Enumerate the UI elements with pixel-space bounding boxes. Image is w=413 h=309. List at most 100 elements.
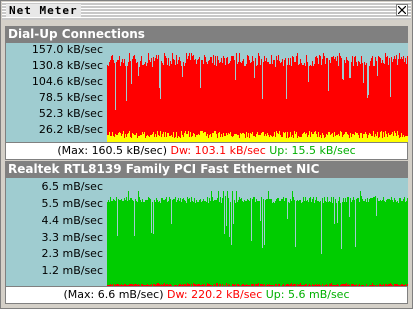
graph-bar	[368, 95, 369, 142]
graph-bar	[115, 201, 116, 286]
graph-bar-secondary	[125, 134, 126, 142]
graph-bar	[134, 236, 135, 286]
close-button[interactable]	[396, 4, 408, 16]
graph-bar-secondary	[153, 132, 154, 142]
graph-bar-secondary	[327, 135, 328, 142]
graph-bar-secondary	[318, 132, 319, 142]
graph-bar	[190, 60, 191, 142]
graph-bar	[403, 56, 404, 142]
graph-bar	[180, 61, 181, 142]
graph-bar	[404, 62, 405, 142]
graph-bar	[388, 199, 389, 286]
graph-bar	[304, 63, 305, 142]
graph-bar	[317, 201, 318, 286]
graph-bar	[315, 200, 316, 286]
graph-bar	[312, 61, 313, 142]
graph-bar	[324, 56, 325, 142]
graph-bar	[181, 202, 182, 286]
graph-bar	[339, 197, 340, 286]
graph-bar	[330, 63, 331, 142]
graph-bar	[219, 63, 220, 142]
graph-bar	[370, 61, 371, 142]
graph-bar	[169, 66, 170, 142]
graph-bar	[239, 53, 240, 142]
graph-bar-secondary	[357, 133, 358, 142]
graph-bar	[321, 254, 322, 286]
graph-bar	[303, 65, 304, 142]
graph-bar	[344, 60, 345, 142]
graph-bar-secondary	[313, 134, 314, 142]
graph-bar-secondary	[315, 131, 316, 142]
graph-bar	[258, 201, 259, 286]
graph-bar	[329, 201, 330, 286]
graph-bar-secondary	[385, 131, 386, 142]
graph-bar	[168, 201, 169, 286]
graph-bar	[123, 63, 124, 142]
graph-bar	[155, 58, 156, 142]
graph-bar-secondary	[340, 131, 341, 142]
graph-bar	[125, 66, 126, 142]
graph-bar	[196, 200, 197, 286]
graph-bar-secondary	[204, 132, 205, 142]
graph-bar	[130, 61, 131, 142]
graph-bar	[269, 64, 270, 142]
graph-bar	[194, 60, 195, 142]
graph-bar-secondary	[173, 132, 174, 142]
graph-bar	[220, 62, 221, 142]
graph-bar	[294, 62, 295, 142]
graph-bar	[238, 62, 239, 142]
graph-bar-secondary	[358, 135, 359, 142]
graph-bar	[357, 198, 358, 286]
panel-header: Dial-Up Connections	[5, 26, 408, 43]
graph-bar	[111, 56, 112, 142]
graph-bar	[332, 203, 333, 286]
graph-bar	[299, 64, 300, 142]
graph-bar-secondary	[346, 132, 347, 142]
title-bar[interactable]: Net Meter	[2, 2, 411, 20]
graph-bar	[294, 200, 295, 286]
graph-bar	[210, 57, 211, 142]
graph-bar	[296, 56, 297, 142]
graph-bar	[338, 66, 339, 142]
graph-bar-secondary	[303, 133, 304, 142]
graph-bar-secondary	[186, 134, 187, 142]
graph-bar-secondary	[283, 132, 284, 142]
graph-bar	[291, 201, 292, 286]
graph-bar	[399, 198, 400, 286]
graph-bar	[252, 199, 253, 286]
graph-bar	[302, 202, 303, 286]
graph-bar	[253, 197, 254, 286]
y-label: 104.6 kB/sec	[31, 75, 103, 88]
graph-bar	[374, 66, 375, 142]
graph-bar	[381, 201, 382, 286]
graph-bar	[229, 237, 230, 286]
graph-bar	[380, 200, 381, 286]
graph-bar	[362, 63, 363, 142]
graph-bar	[312, 199, 313, 286]
graph-bar-secondary	[334, 132, 335, 142]
graph-bar-secondary	[331, 134, 332, 142]
graph-bar	[334, 59, 335, 142]
graph-bar	[272, 203, 273, 286]
graph-bar	[159, 88, 160, 142]
graph-bar	[290, 58, 291, 142]
graph-bar-secondary	[215, 131, 216, 142]
graph-bar	[234, 200, 235, 286]
graph-bar	[201, 202, 202, 286]
graph-bar	[139, 197, 140, 286]
graph-bar	[237, 202, 238, 286]
graph-bar	[153, 234, 154, 286]
graph-bar	[162, 63, 163, 142]
graph-bar-secondary	[213, 133, 214, 142]
graph-bar-secondary	[246, 132, 247, 142]
graph-bar-secondary	[312, 134, 313, 142]
graph-bar	[109, 202, 110, 286]
graph-bar	[231, 56, 232, 142]
graph-bar	[392, 62, 393, 142]
graph-bar-secondary	[171, 135, 172, 142]
graph-bar	[113, 199, 114, 286]
graph-bar	[122, 201, 123, 286]
graph-bar	[117, 60, 118, 142]
graph-bar-secondary	[323, 135, 324, 142]
traffic-graph	[107, 191, 408, 286]
